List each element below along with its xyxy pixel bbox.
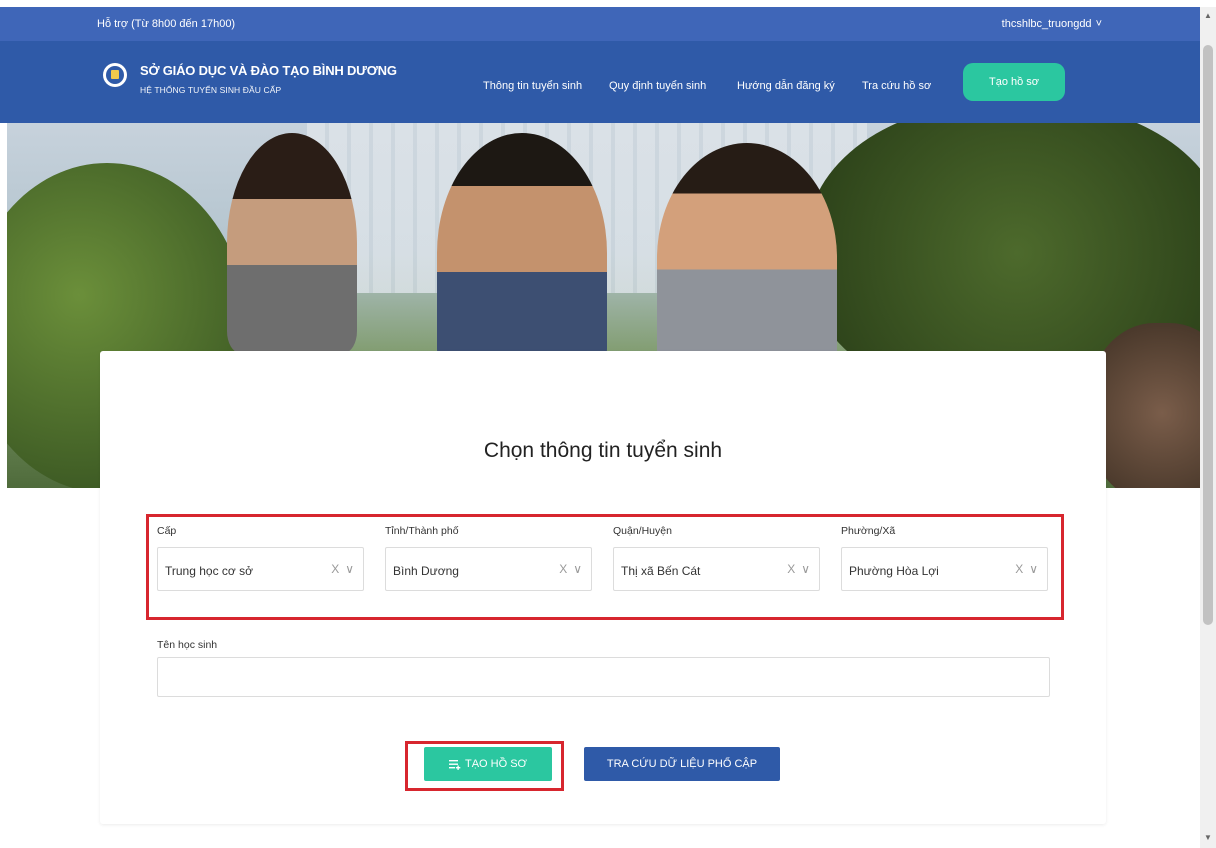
level-label: Cấp	[157, 525, 177, 537]
support-bar: Hỗ trợ (Từ 8h00 đến 17h00) thcshlbc_truo…	[0, 7, 1200, 41]
province-label: Tỉnh/Thành phố	[385, 525, 459, 537]
brand-subtitle: HỆ THỐNG TUYỂN SINH ĐẦU CẤP	[140, 85, 282, 95]
nav-admission-info[interactable]: Thông tin tuyển sinh	[483, 80, 582, 92]
ministry-logo-icon[interactable]	[103, 63, 127, 87]
page-scrollbar[interactable]: ▲ ▼	[1200, 7, 1216, 848]
nav-lookup-profile[interactable]: Tra cứu hồ sơ	[862, 80, 931, 92]
ward-value: Phường Hòa Lợi	[849, 564, 939, 578]
create-profile-button[interactable]: TẠO HỒ SƠ	[424, 747, 552, 781]
province-value: Bình Dương	[393, 564, 459, 578]
list-plus-icon	[449, 759, 461, 770]
district-select[interactable]: Thị xã Bến Cát X ∨	[613, 547, 820, 591]
chevron-down-icon[interactable]: ∨	[1029, 562, 1038, 576]
brand-title[interactable]: SỞ GIÁO DỤC VÀ ĐÀO TẠO BÌNH DƯƠNG	[140, 63, 397, 78]
support-hours: Hỗ trợ (Từ 8h00 đến 17h00)	[97, 18, 236, 30]
scroll-up-icon[interactable]: ▲	[1200, 11, 1216, 20]
province-select[interactable]: Bình Dương X ∨	[385, 547, 592, 591]
username: thcshlbc_truongdd	[1001, 18, 1092, 30]
form-title: Chọn thông tin tuyển sinh	[483, 439, 723, 462]
scroll-down-icon[interactable]: ▼	[1200, 833, 1216, 842]
chevron-down-icon: ˅	[1095, 18, 1102, 30]
student-name-input[interactable]	[157, 657, 1050, 697]
hero-student-2	[437, 133, 607, 373]
chevron-down-icon[interactable]: ∨	[573, 562, 582, 576]
level-value: Trung học cơ sở	[165, 564, 253, 578]
district-value: Thị xã Bến Cát	[621, 564, 701, 578]
nav-registration-guide[interactable]: Hướng dẫn đăng ký	[737, 80, 835, 92]
district-label: Quận/Huyện	[613, 525, 672, 537]
user-menu[interactable]: thcshlbc_truongdd ˅	[1002, 18, 1102, 30]
clear-icon[interactable]: X	[559, 562, 567, 576]
clear-icon[interactable]: X	[331, 562, 339, 576]
clear-icon[interactable]: X	[787, 562, 795, 576]
student-name-label: Tên học sinh	[157, 639, 218, 651]
scrollbar-thumb[interactable]	[1203, 45, 1213, 625]
ward-select[interactable]: Phường Hòa Lợi X ∨	[841, 547, 1048, 591]
ward-label: Phường/Xã	[841, 525, 896, 537]
level-select[interactable]: Trung học cơ sở X ∨	[157, 547, 364, 591]
main-header: SỞ GIÁO DỤC VÀ ĐÀO TẠO BÌNH DƯƠNG HỆ THỐ…	[0, 41, 1200, 123]
create-profile-nav-button[interactable]: Tạo hồ sơ	[963, 63, 1065, 101]
lookup-universal-data-button[interactable]: TRA CỨU DỮ LIỆU PHỔ CẬP	[584, 747, 780, 781]
chevron-down-icon[interactable]: ∨	[801, 562, 810, 576]
hero-student-3	[657, 143, 837, 373]
admission-form-card: Chọn thông tin tuyển sinh Cấp Tỉnh/Thành…	[100, 351, 1106, 824]
nav-admission-rules[interactable]: Quy định tuyển sinh	[609, 80, 706, 92]
hero-student-1	[227, 133, 357, 353]
clear-icon[interactable]: X	[1015, 562, 1023, 576]
chevron-down-icon[interactable]: ∨	[345, 562, 354, 576]
create-profile-label: TẠO HỒ SƠ	[465, 758, 527, 770]
